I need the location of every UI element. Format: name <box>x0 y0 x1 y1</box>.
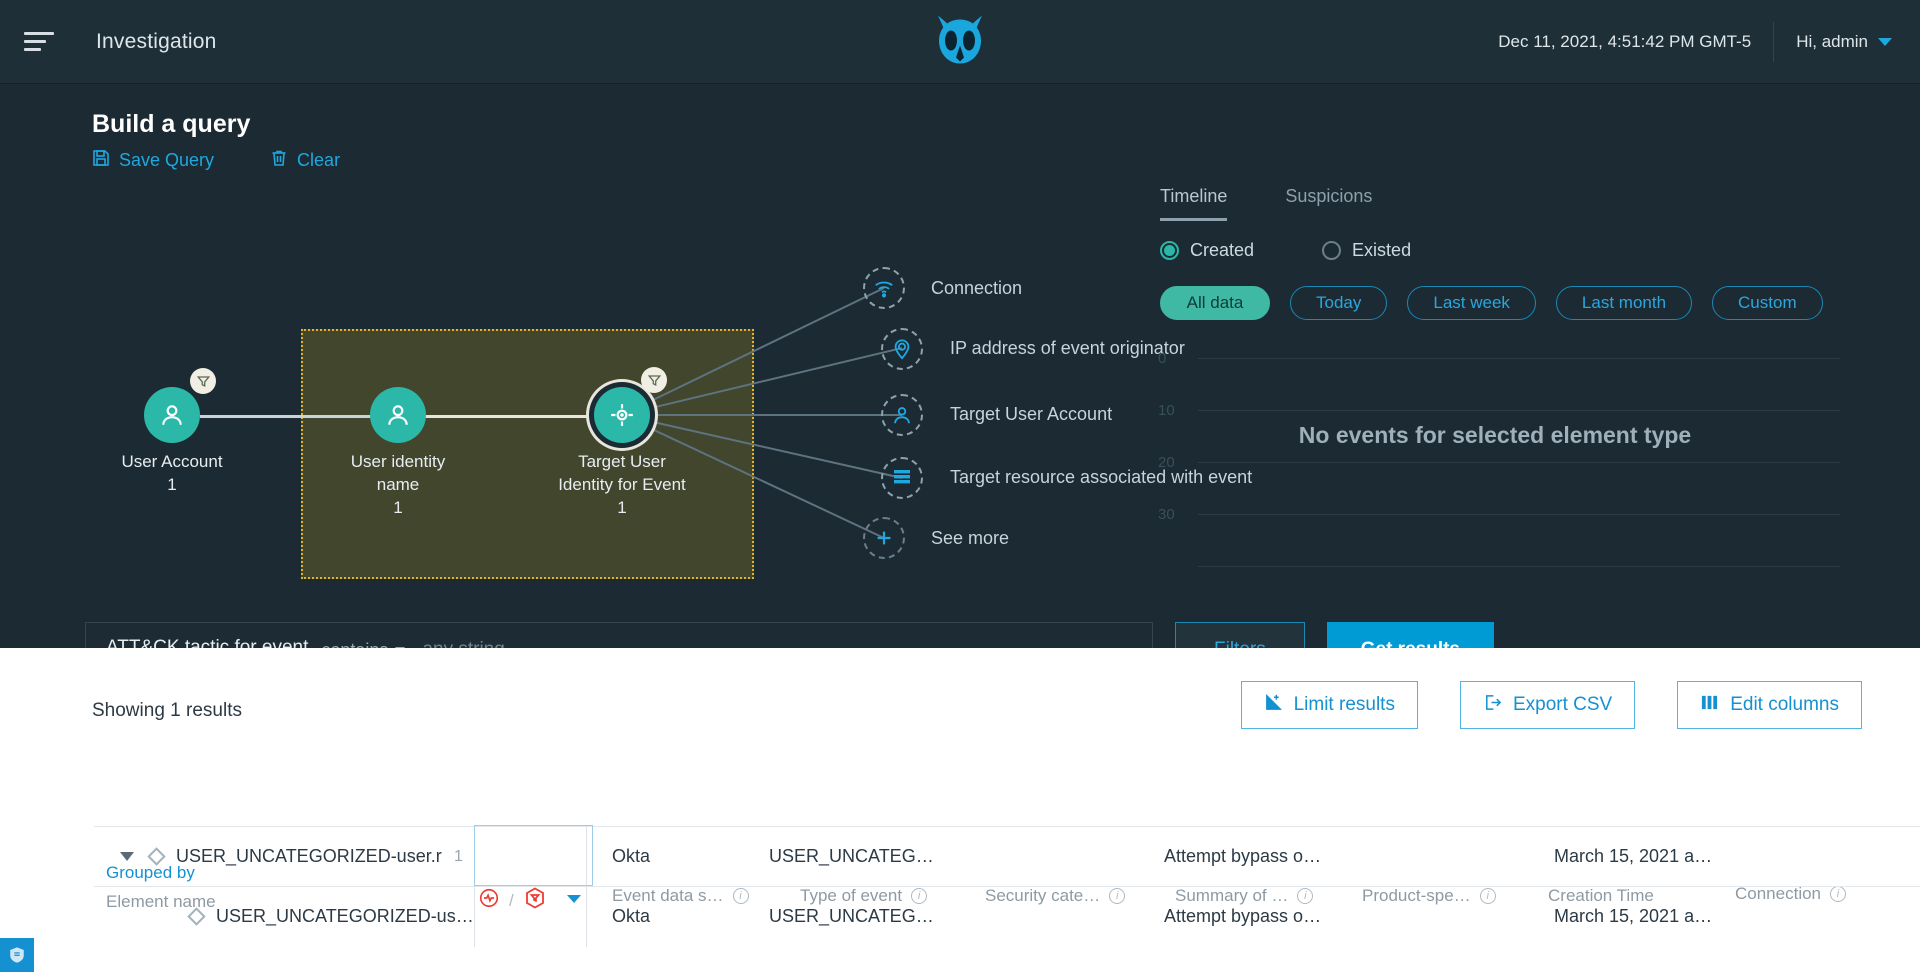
related-chip-target-user-account[interactable] <box>881 394 923 436</box>
timestamp: Dec 11, 2021, 4:51:42 PM GMT-5 <box>1498 32 1773 52</box>
table-row[interactable]: USER_UNCATEGORIZED-user.r 1 Okta USER_UN… <box>94 826 1920 886</box>
selected-cell-outline <box>474 825 593 886</box>
pill-today[interactable]: Today <box>1290 286 1387 320</box>
related-chip-target-resource[interactable] <box>881 457 923 499</box>
row-creation-time: March 15, 2021 a… <box>1554 846 1712 867</box>
graph-node-target-user-identity[interactable] <box>594 387 650 443</box>
graph-node-name: Target User <box>522 450 722 473</box>
graph-node-name-line2: Identity for Event <box>522 473 722 496</box>
row-type-of-event: USER_UNCATEG… <box>769 906 934 927</box>
chart-gridline <box>1198 514 1840 515</box>
row-type-of-event: USER_UNCATEG… <box>769 846 934 867</box>
time-range-pills: All data Today Last week Last month Cust… <box>1160 286 1823 320</box>
graph-node-label: Target User Identity for Event 1 <box>522 450 722 519</box>
related-chip-ip-address[interactable] <box>881 328 923 370</box>
shield-icon-badge[interactable] <box>0 938 34 972</box>
tab-timeline[interactable]: Timeline <box>1160 186 1227 221</box>
column-divider <box>586 886 587 947</box>
export-csv-label: Export CSV <box>1513 694 1612 716</box>
row-element-name: USER_UNCATEGORIZED-us… <box>216 906 474 927</box>
graph-node-name: User identity <box>298 450 498 473</box>
chart-gridline <box>1198 566 1840 567</box>
results-actions: Limit results Export CSV Edit columns <box>1241 681 1862 729</box>
pill-custom[interactable]: Custom <box>1712 286 1823 320</box>
chart-empty-message: No events for selected element type <box>1150 422 1840 449</box>
results-panel: Showing 1 results Limit results Export C… <box>0 648 1920 972</box>
results-table-header: Grouped by Element name / <box>0 756 1920 820</box>
entity-graph: User Account 1 User identity name 1 <box>0 168 1250 608</box>
timeline-panel: Timeline Suspicions Created Existed All … <box>1160 168 1920 588</box>
chart-ytick: 0 <box>1158 350 1166 367</box>
timeline-tabs: Timeline Suspicions <box>1160 186 1372 221</box>
build-a-query-heading: Build a query <box>92 110 250 139</box>
page-title: Investigation <box>96 30 217 54</box>
graph-node-name-line2: name <box>298 473 498 496</box>
related-chip-see-more[interactable] <box>863 517 905 559</box>
element-diamond-icon <box>147 847 165 865</box>
radio-dot <box>1160 241 1179 260</box>
export-icon <box>1483 693 1502 718</box>
limit-results-button[interactable]: Limit results <box>1241 681 1418 729</box>
chart-gridline <box>1198 462 1840 463</box>
row-element-name: USER_UNCATEGORIZED-user.r <box>176 846 442 867</box>
limit-results-label: Limit results <box>1294 694 1395 716</box>
investigation-page: Investigation Dec 11, 2021, 4:51:42 PM G… <box>0 0 1920 972</box>
graph-filter-badge[interactable] <box>641 367 667 393</box>
edit-columns-button[interactable]: Edit columns <box>1677 681 1862 729</box>
graph-node-user-identity-name[interactable] <box>370 387 426 443</box>
related-chip-label: See more <box>931 528 1009 549</box>
chart-gridline <box>1198 358 1840 359</box>
row-summary: Attempt bypass o… <box>1164 846 1321 867</box>
owl-logo-icon <box>932 13 988 70</box>
hamburger-icon[interactable] <box>24 27 60 57</box>
pill-last-month[interactable]: Last month <box>1556 286 1692 320</box>
row-event-data-source: Okta <box>612 846 650 867</box>
graph-node-count: 1 <box>298 496 498 519</box>
graph-filter-badge[interactable] <box>190 368 216 394</box>
row-event-data-source: Okta <box>612 906 650 927</box>
related-chip-label: Connection <box>931 278 1022 299</box>
export-csv-button[interactable]: Export CSV <box>1460 681 1635 729</box>
radio-existed-label: Existed <box>1352 240 1411 261</box>
graph-node-user-account[interactable] <box>144 387 200 443</box>
chart-gridline <box>1198 410 1840 411</box>
limit-icon <box>1264 693 1283 718</box>
row-expand-chevron-icon[interactable] <box>120 852 134 861</box>
columns-icon <box>1700 693 1719 718</box>
graph-node-count: 1 <box>72 473 272 496</box>
edit-columns-label: Edit columns <box>1730 694 1839 716</box>
related-chip-connection[interactable] <box>863 267 905 309</box>
radio-existed[interactable]: Existed <box>1322 240 1411 261</box>
radio-created[interactable]: Created <box>1160 240 1254 261</box>
related-chip-label: Target User Account <box>950 404 1112 425</box>
radio-created-label: Created <box>1190 240 1254 261</box>
pill-last-week[interactable]: Last week <box>1407 286 1536 320</box>
column-divider <box>474 886 475 947</box>
element-diamond-icon <box>187 907 205 925</box>
top-bar: Investigation Dec 11, 2021, 4:51:42 PM G… <box>0 0 1920 84</box>
database-icon <box>892 468 912 488</box>
chart-ytick: 10 <box>1158 402 1175 419</box>
user-greeting: Hi, admin <box>1796 32 1868 52</box>
row-creation-time: March 15, 2021 a… <box>1554 906 1712 927</box>
timeline-mode-radios: Created Existed <box>1160 240 1411 261</box>
graph-node-count: 1 <box>522 496 722 519</box>
events-timeline-chart: 0 10 20 30 No events for selected elemen… <box>1150 348 1840 548</box>
results-count: Showing 1 results <box>92 700 242 722</box>
user-menu[interactable]: Hi, admin <box>1774 32 1892 52</box>
row-summary: Attempt bypass o… <box>1164 906 1321 927</box>
graph-node-label: User Account 1 <box>72 450 272 496</box>
table-row[interactable]: USER_UNCATEGORIZED-us… Okta USER_UNCATEG… <box>94 886 1920 946</box>
top-bar-right: Dec 11, 2021, 4:51:42 PM GMT-5 Hi, admin <box>1498 22 1892 62</box>
chevron-down-icon <box>1878 38 1892 46</box>
graph-node-label: User identity name 1 <box>298 450 498 519</box>
pill-all-data[interactable]: All data <box>1160 286 1270 320</box>
tab-suspicions[interactable]: Suspicions <box>1285 186 1372 221</box>
chart-ytick: 30 <box>1158 506 1175 523</box>
chart-ytick: 20 <box>1158 454 1175 471</box>
query-builder-panel: Build a query Save Query <box>0 84 1920 648</box>
radio-dot <box>1322 241 1341 260</box>
graph-node-name: User Account <box>72 450 272 473</box>
row-count: 1 <box>454 848 463 866</box>
